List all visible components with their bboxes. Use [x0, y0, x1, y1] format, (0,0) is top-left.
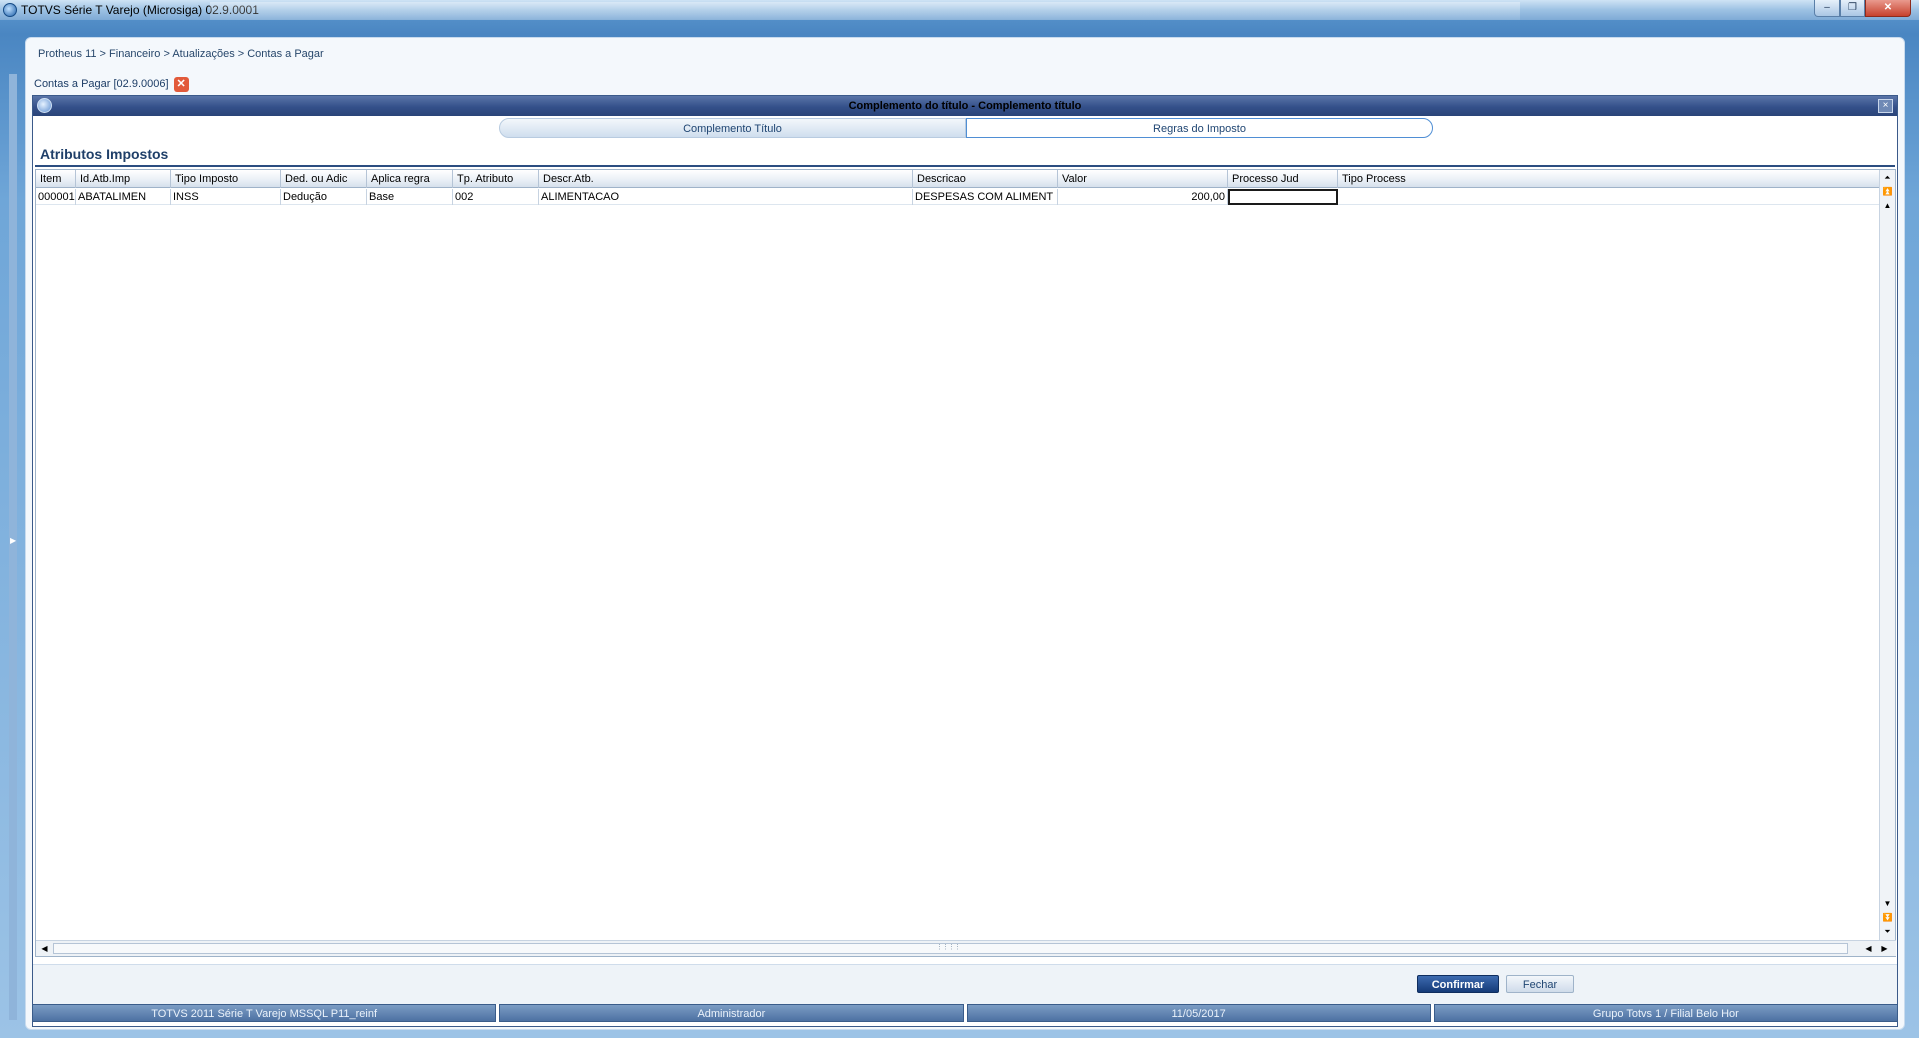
confirm-button[interactable]: Confirmar: [1417, 975, 1499, 993]
col-header-descricao[interactable]: Descricao: [913, 170, 1058, 188]
scroll-page-down-icon[interactable]: ⏬: [1881, 911, 1894, 924]
scroll-right-left-icon[interactable]: ◀: [1862, 942, 1875, 955]
close-tab-icon[interactable]: ✕: [173, 76, 189, 92]
cell-id-atb-imp[interactable]: ABATALIMEN: [76, 189, 171, 205]
scroll-grip-icon: ⋮⋮⋮⋮: [936, 944, 961, 951]
scroll-top-icon[interactable]: ⏶: [1881, 171, 1894, 184]
scroll-down-icon[interactable]: ▼: [1881, 897, 1894, 910]
dialog-title: Complemento do título - Complemento títu…: [848, 100, 1082, 112]
table-row[interactable]: 000001 ABATALIMEN INSS Dedução Base 002 …: [36, 189, 1881, 205]
close-button[interactable]: Fechar: [1506, 975, 1574, 993]
grid-header: Item Id.Atb.Imp Tipo Imposto Ded. ou Adi…: [36, 170, 1881, 188]
cell-aplica-regra[interactable]: Base: [367, 189, 453, 205]
button-bar: Confirmar Fechar: [33, 964, 1897, 1004]
scroll-right-icon[interactable]: ▶: [1878, 942, 1891, 955]
col-header-tipo-imposto[interactable]: Tipo Imposto: [171, 170, 281, 188]
dialog-close-button[interactable]: ×: [1878, 99, 1893, 113]
cell-item[interactable]: 000001: [36, 189, 76, 205]
col-header-ded-adic[interactable]: Ded. ou Adic: [281, 170, 367, 188]
cell-ded-adic[interactable]: Dedução: [281, 189, 367, 205]
status-environment: TOTVS 2011 Série T Varejo MSSQL P11_rein…: [32, 1004, 497, 1022]
scroll-up-icon[interactable]: ▲: [1881, 199, 1894, 212]
document-tab[interactable]: Contas a Pagar [02.9.0006] ✕: [34, 75, 189, 93]
breadcrumb[interactable]: Protheus 11 > Financeiro > Atualizações …: [38, 48, 324, 60]
totvs-app-icon: [3, 3, 17, 17]
side-panel-toggle[interactable]: ▶: [9, 74, 17, 1020]
col-header-processo-jud[interactable]: Processo Jud: [1228, 170, 1338, 188]
cell-descricao[interactable]: DESPESAS COM ALIMENT: [913, 189, 1058, 205]
cell-tp-atributo[interactable]: 002: [453, 189, 539, 205]
cell-tipo-process[interactable]: [1338, 189, 1881, 205]
cell-tipo-imposto[interactable]: INSS: [171, 189, 281, 205]
col-header-tp-atributo[interactable]: Tp. Atributo: [453, 170, 539, 188]
close-window-button[interactable]: ✕: [1865, 0, 1911, 17]
cell-valor[interactable]: 200,00: [1058, 189, 1228, 205]
scroll-left-icon[interactable]: ◀: [38, 942, 51, 955]
scroll-bottom-icon[interactable]: ⏷: [1881, 925, 1894, 938]
col-header-valor[interactable]: Valor: [1058, 170, 1228, 188]
col-header-aplica-regra[interactable]: Aplica regra: [367, 170, 453, 188]
main-panel: Protheus 11 > Financeiro > Atualizações …: [25, 37, 1905, 1030]
col-header-id-atb-imp[interactable]: Id.Atb.Imp: [76, 170, 171, 188]
complemento-dialog: Complemento do título - Complemento títu…: [32, 95, 1898, 1027]
dialog-tabs: Complemento Título Regras do Imposto: [499, 118, 1433, 138]
dialog-titlebar: Complemento do título - Complemento títu…: [33, 96, 1897, 116]
document-tab-label[interactable]: Contas a Pagar [02.9.0006]: [34, 78, 169, 90]
atributos-grid[interactable]: Item Id.Atb.Imp Tipo Imposto Ded. ou Adi…: [35, 169, 1896, 957]
vertical-scrollbar[interactable]: ⏶ ⏫ ▲ ▼ ⏬ ⏷: [1879, 170, 1895, 940]
section-divider: [35, 165, 1895, 167]
status-user: Administrador: [499, 1004, 964, 1022]
maximize-button[interactable]: ❐: [1840, 0, 1865, 17]
cell-processo-jud[interactable]: [1228, 189, 1338, 205]
scroll-page-up-icon[interactable]: ⏫: [1881, 185, 1894, 198]
window-titlebar: TOTVS Série T Varejo (Microsiga) 02.9.00…: [0, 0, 1919, 20]
status-bar: TOTVS 2011 Série T Varejo MSSQL P11_rein…: [32, 1004, 1898, 1022]
col-header-descr-atb[interactable]: Descr.Atb.: [539, 170, 913, 188]
cell-descr-atb[interactable]: ALIMENTACAO: [539, 189, 913, 205]
section-title: Atributos Impostos: [40, 146, 169, 162]
chevron-right-icon: ▶: [10, 536, 17, 545]
tab-regras-do-imposto[interactable]: Regras do Imposto: [966, 118, 1433, 138]
taskbar-tabs-background: [210, 2, 1520, 20]
col-header-item[interactable]: Item: [36, 170, 76, 188]
status-branch: Grupo Totvs 1 / Filial Belo Hor: [1433, 1004, 1898, 1022]
col-header-tipo-process[interactable]: Tipo Process: [1338, 170, 1881, 188]
minimize-button[interactable]: –: [1814, 0, 1840, 17]
tab-complemento-titulo[interactable]: Complemento Título: [499, 118, 966, 138]
status-date: 11/05/2017: [966, 1004, 1431, 1022]
horizontal-scrollbar[interactable]: ◀ ⋮⋮⋮⋮ ◀ ▶: [36, 940, 1896, 956]
